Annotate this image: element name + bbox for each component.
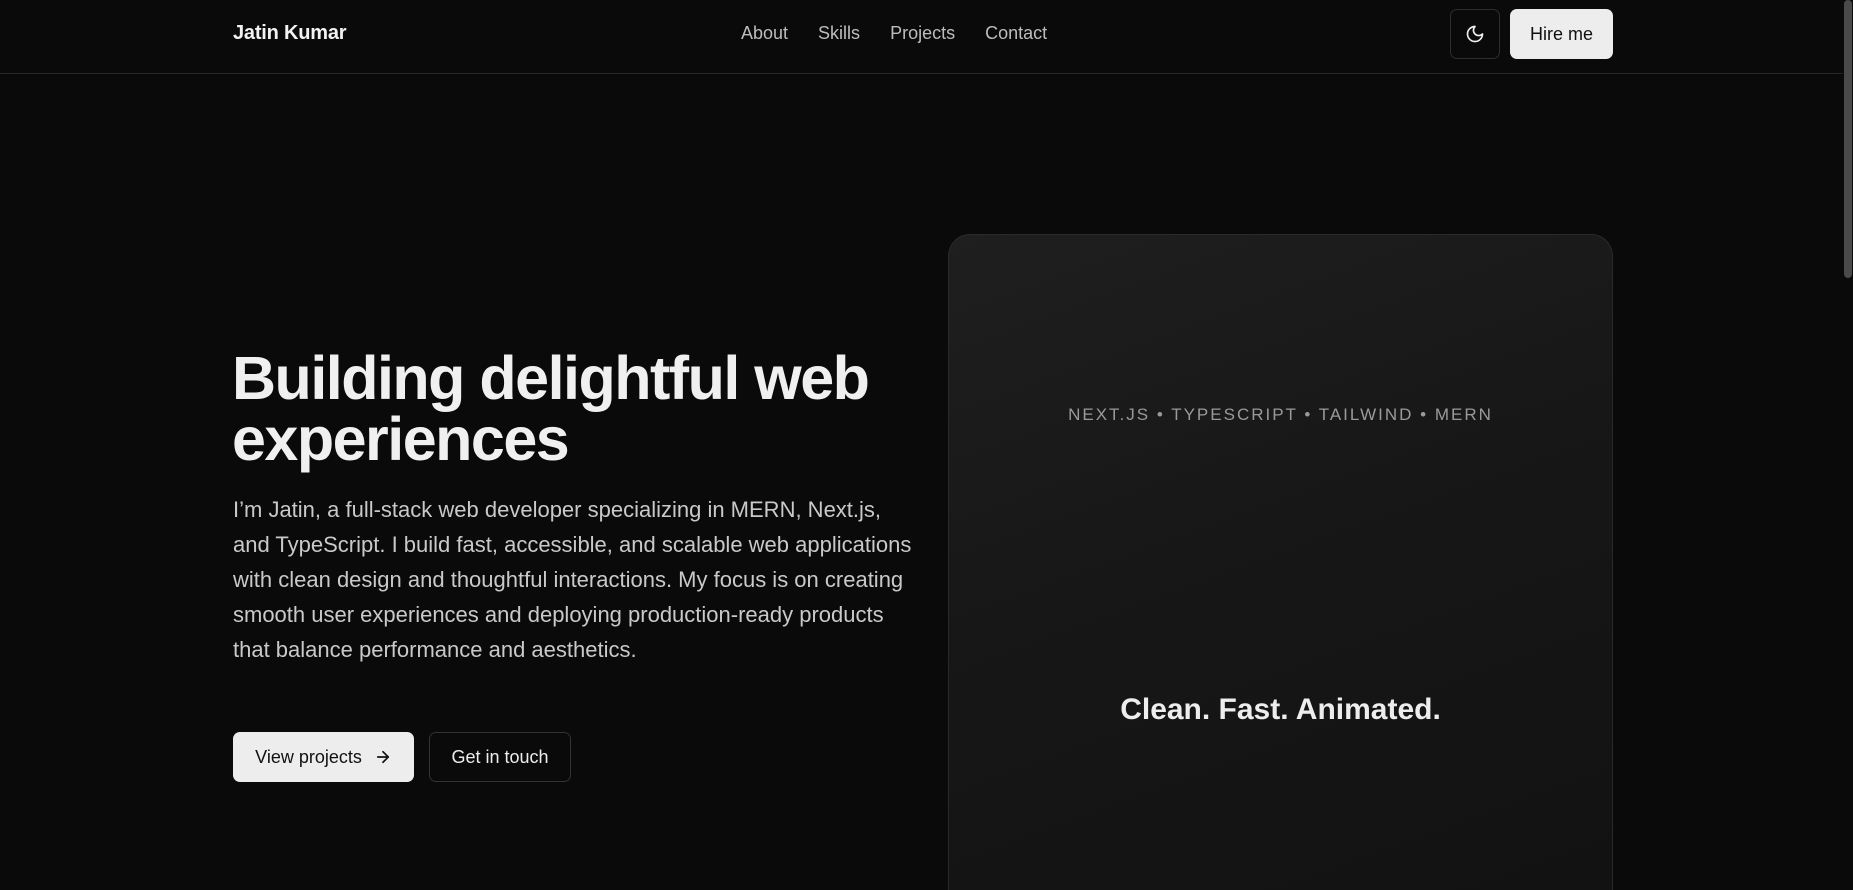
tech-stack-tags: NEXT.JS • TYPESCRIPT • TAILWIND • MERN xyxy=(1068,405,1493,424)
nav-skills[interactable]: Skills xyxy=(818,23,860,44)
hero-showcase-card: NEXT.JS • TYPESCRIPT • TAILWIND • MERN C… xyxy=(948,234,1613,890)
arrow-right-icon xyxy=(376,750,389,764)
scrollbar[interactable] xyxy=(1843,0,1853,890)
site-header: Jatin Kumar About Skills Projects Contac… xyxy=(0,0,1853,74)
view-projects-button[interactable]: View projects xyxy=(233,732,414,782)
hero-description: I’m Jatin, a full-stack web developer sp… xyxy=(233,497,912,662)
get-in-touch-button[interactable]: Get in touch xyxy=(429,732,571,782)
nav-about[interactable]: About xyxy=(741,23,788,44)
theme-toggle-button[interactable] xyxy=(1450,9,1500,59)
scrollbar-thumb[interactable] xyxy=(1844,0,1852,278)
main-nav: About Skills Projects Contact xyxy=(741,23,1047,44)
page: Jatin Kumar About Skills Projects Contac… xyxy=(0,0,1853,890)
hire-me-button[interactable]: Hire me xyxy=(1510,9,1613,59)
brand-logo[interactable]: Jatin Kumar xyxy=(233,22,347,45)
moon-icon xyxy=(1466,25,1484,43)
nav-contact[interactable]: Contact xyxy=(985,23,1047,44)
card-tagline: Clean. Fast. Animated. xyxy=(1120,693,1441,726)
hero-title: Building delightful web experiences xyxy=(232,344,870,473)
nav-projects[interactable]: Projects xyxy=(890,23,955,44)
view-projects-label: View projects xyxy=(255,746,362,767)
